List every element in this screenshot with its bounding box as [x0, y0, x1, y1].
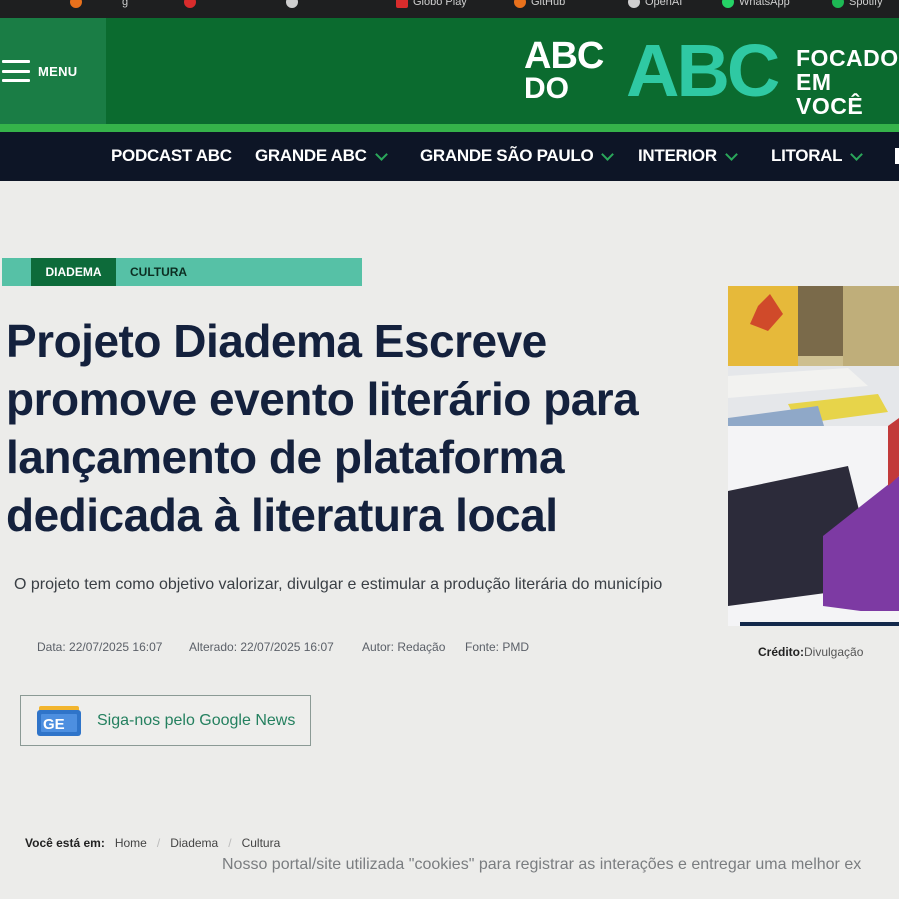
article-headline: Projeto Diadema Escreve promove evento l…	[6, 312, 706, 544]
site-header: MENU ABC DO ABC FOCADO EM VOCÊ	[0, 18, 899, 124]
logo-tagline: FOCADO EM VOCÊ	[796, 46, 899, 118]
logo-abc-big: ABC	[626, 29, 780, 112]
bookmark-icon	[184, 0, 196, 8]
category-tag-section[interactable]: CULTURA	[130, 258, 187, 286]
image-credit: Crédito:Divulgação	[758, 645, 863, 659]
breadcrumb-separator: /	[228, 836, 232, 850]
google-news-icon: GE	[37, 705, 81, 736]
spotify-icon	[832, 0, 844, 8]
bookmark-icon	[514, 0, 526, 8]
logo-do: DO	[524, 72, 569, 105]
bookmark-item[interactable]: OpenAI	[628, 0, 682, 8]
bookmark-item[interactable]	[184, 0, 196, 8]
breadcrumb-diadema[interactable]: Diadema	[170, 836, 218, 850]
breadcrumb-separator: /	[156, 836, 161, 850]
breadcrumb-label: Você está em:	[25, 836, 105, 850]
nav-item-grande-sao-paulo[interactable]: GRANDE SÃO PAULO	[420, 146, 615, 166]
meta-author: Autor: Redação	[362, 640, 446, 654]
breadcrumb-home[interactable]: Home	[115, 836, 147, 850]
bookmark-item[interactable]	[286, 0, 298, 8]
article-hero-image[interactable]	[728, 286, 899, 626]
nav-item-litoral[interactable]: LITORAL	[771, 146, 864, 166]
headline-line: lançamento de plataforma	[6, 431, 565, 483]
menu-label: MENU	[38, 63, 78, 79]
bookmark-item[interactable]: Globo Play	[396, 0, 467, 8]
main-nav: PODCAST ABC GRANDE ABC GRANDE SÃO PAULO …	[0, 132, 899, 181]
headline-line: dedicada à literatura local	[6, 489, 558, 541]
bookmark-item[interactable]: Spotify	[832, 0, 883, 8]
bookmark-icon	[70, 0, 82, 8]
category-bar: DIADEMA CULTURA	[2, 258, 362, 286]
nav-item-label: LITORAL	[771, 146, 843, 165]
nav-item-interior[interactable]: INTERIOR	[638, 146, 738, 166]
breadcrumb: Você está em: Home / Diadema / Cultura	[25, 836, 280, 850]
nav-item-label: PODCAST ABC	[111, 146, 232, 165]
header-stripe	[0, 124, 899, 132]
meta-date: Data: 22/07/2025 16:07	[37, 640, 163, 654]
chevron-down-icon	[601, 147, 615, 161]
google-news-icon-text: GE	[43, 716, 65, 733]
bookmark-icon	[396, 0, 408, 8]
hamburger-icon	[2, 60, 30, 82]
headline-line: Projeto Diadema Escreve	[6, 315, 547, 367]
hero-underline	[740, 622, 899, 626]
google-news-button[interactable]: GE Siga-nos pelo Google News	[20, 695, 311, 746]
headline-line: promove evento literário para	[6, 373, 639, 425]
bookmark-item[interactable]: WhatsApp	[722, 0, 790, 8]
openai-icon	[628, 0, 640, 8]
whatsapp-icon	[722, 0, 734, 8]
credit-value: Divulgação	[804, 645, 864, 659]
logo-tagline-line1: FOCADO	[796, 45, 899, 71]
bookmark-item[interactable]: g	[122, 0, 128, 8]
site-logo[interactable]: ABC DO ABC FOCADO EM VOCÊ	[524, 34, 899, 119]
nav-item-podcast-abc[interactable]: PODCAST ABC	[111, 146, 232, 166]
article-subtitle: O projeto tem como objetivo valorizar, d…	[14, 576, 663, 593]
logo-abc-small: ABC	[524, 35, 604, 77]
chevron-down-icon	[374, 147, 388, 161]
cookie-notice: Nosso portal/site utilizada "cookies" pa…	[222, 856, 862, 873]
nav-item-label: GRANDE ABC	[255, 146, 367, 165]
books-photo	[728, 286, 899, 626]
logo-tagline-line2: EM VOCÊ	[796, 69, 864, 119]
bookmark-icon	[286, 0, 298, 8]
meta-updated: Alterado: 22/07/2025 16:07	[189, 640, 334, 654]
nav-item-grande-abc[interactable]: GRANDE ABC	[255, 146, 388, 166]
nav-item-label: GRANDE SÃO PAULO	[420, 146, 594, 165]
breadcrumb-cultura[interactable]: Cultura	[242, 836, 281, 850]
nav-item-label: INTERIOR	[638, 146, 717, 165]
google-news-label: Siga-nos pelo Google News	[97, 711, 296, 729]
menu-button[interactable]: MENU	[0, 18, 106, 124]
nav-overflow-indicator	[895, 148, 899, 164]
credit-label: Crédito:	[758, 645, 804, 659]
chevron-down-icon	[724, 147, 738, 161]
bookmarks-bar: g Globo Play GitHub OpenAI WhatsApp Spot…	[0, 0, 899, 18]
meta-source: Fonte: PMD	[465, 640, 530, 654]
category-tag-city[interactable]: DIADEMA	[31, 258, 116, 286]
bookmark-item[interactable]	[70, 0, 87, 8]
chevron-down-icon	[850, 147, 864, 161]
bookmark-item[interactable]: GitHub	[514, 0, 565, 8]
